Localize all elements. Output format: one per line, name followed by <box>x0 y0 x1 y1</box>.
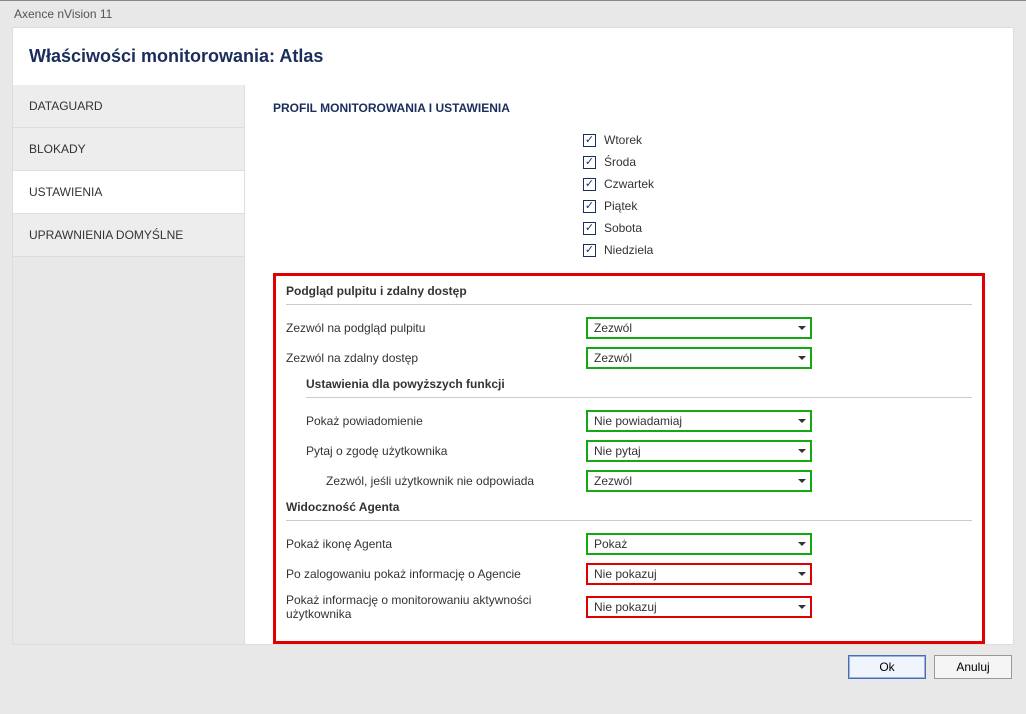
sidebar-item-uprawnienia[interactable]: UPRAWNIENIA DOMYŚLNE <box>13 214 244 257</box>
group-title-agent-visibility: Widoczność Agenta <box>286 500 972 521</box>
sidebar-item-dataguard[interactable]: DATAGUARD <box>13 85 244 128</box>
checkbox-sobota[interactable]: ✓ <box>583 222 596 235</box>
dialog-footer: Ok Anuluj <box>0 645 1026 689</box>
dropdown-show-monitoring-info[interactable]: Nie pokazuj <box>586 596 812 618</box>
day-label: Środa <box>604 155 636 169</box>
sidebar-item-blokady[interactable]: BLOKADY <box>13 128 244 171</box>
dropdown-value: Nie pokazuj <box>594 567 657 581</box>
dropdown-show-agent-icon[interactable]: Pokaż <box>586 533 812 555</box>
dropdown-value: Zezwól <box>594 474 632 488</box>
label-show-agent-icon: Pokaż ikonę Agenta <box>286 537 586 551</box>
checkbox-czwartek[interactable]: ✓ <box>583 178 596 191</box>
label-show-agent-info-login: Po zalogowaniu pokaż informację o Agenci… <box>286 567 586 581</box>
checkbox-piatek[interactable]: ✓ <box>583 200 596 213</box>
label-allow-if-no-response: Zezwól, jeśli użytkownik nie odpowiada <box>286 474 586 488</box>
cancel-button[interactable]: Anuluj <box>934 655 1012 679</box>
chevron-down-icon <box>798 572 806 576</box>
dropdown-show-agent-info-login[interactable]: Nie pokazuj <box>586 563 812 585</box>
dropdown-show-notification[interactable]: Nie powiadamiaj <box>586 410 812 432</box>
chevron-down-icon <box>798 605 806 609</box>
label-ask-user-consent: Pytaj o zgodę użytkownika <box>286 444 586 458</box>
label-allow-remote-access: Zezwól na zdalny dostęp <box>286 351 586 365</box>
dialog-header: Właściwości monitorowania: Atlas <box>12 27 1014 85</box>
dropdown-allow-remote-access[interactable]: Zezwól <box>586 347 812 369</box>
label-show-monitoring-info: Pokaż informację o monitorowaniu aktywno… <box>286 593 586 621</box>
sidebar-item-ustawienia[interactable]: USTAWIENIA <box>13 171 244 214</box>
main-panel: PROFIL MONITOROWANIA I USTAWIENIA ✓ Wtore… <box>245 85 1013 644</box>
highlighted-section: Podgląd pulpitu i zdalny dostęp Zezwól n… <box>273 273 985 644</box>
chevron-down-icon <box>798 479 806 483</box>
checkbox-sroda[interactable]: ✓ <box>583 156 596 169</box>
chevron-down-icon <box>798 326 806 330</box>
dropdown-ask-user-consent[interactable]: Nie pytaj <box>586 440 812 462</box>
dropdown-value: Pokaż <box>594 537 627 551</box>
ok-button[interactable]: Ok <box>848 655 926 679</box>
chevron-down-icon <box>798 542 806 546</box>
checkbox-wtorek[interactable]: ✓ <box>583 134 596 147</box>
chevron-down-icon <box>798 419 806 423</box>
day-label: Czwartek <box>604 177 654 191</box>
sidebar: DATAGUARD BLOKADY USTAWIENIA UPRAWNIENIA… <box>13 85 245 644</box>
days-list: ✓ Wtorek ✓ Środa ✓ Czwartek ✓ Piątek ✓ Sobota… <box>583 133 985 257</box>
dropdown-value: Nie powiadamiaj <box>594 414 682 428</box>
section-title: PROFIL MONITOROWANIA I USTAWIENIA <box>273 101 985 115</box>
chevron-down-icon <box>798 356 806 360</box>
dropdown-value: Zezwól <box>594 351 632 365</box>
day-label: Piątek <box>604 199 637 213</box>
group-title-settings-above: Ustawienia dla powyższych funkcji <box>306 377 972 398</box>
dropdown-allow-if-no-response[interactable]: Zezwól <box>586 470 812 492</box>
label-show-notification: Pokaż powiadomienie <box>286 414 586 428</box>
page-title: Właściwości monitorowania: Atlas <box>29 46 997 67</box>
dropdown-value: Nie pytaj <box>594 444 641 458</box>
group-title-remote: Podgląd pulpitu i zdalny dostęp <box>286 284 972 305</box>
day-label: Niedziela <box>604 243 653 257</box>
chevron-down-icon <box>798 449 806 453</box>
checkbox-niedziela[interactable]: ✓ <box>583 244 596 257</box>
label-allow-desktop-preview: Zezwól na podgląd pulpitu <box>286 321 586 335</box>
dropdown-value: Zezwól <box>594 321 632 335</box>
dropdown-value: Nie pokazuj <box>594 600 657 614</box>
day-label: Wtorek <box>604 133 642 147</box>
day-label: Sobota <box>604 221 642 235</box>
titlebar: Axence nVision 11 <box>0 1 1026 27</box>
dropdown-allow-desktop-preview[interactable]: Zezwól <box>586 317 812 339</box>
